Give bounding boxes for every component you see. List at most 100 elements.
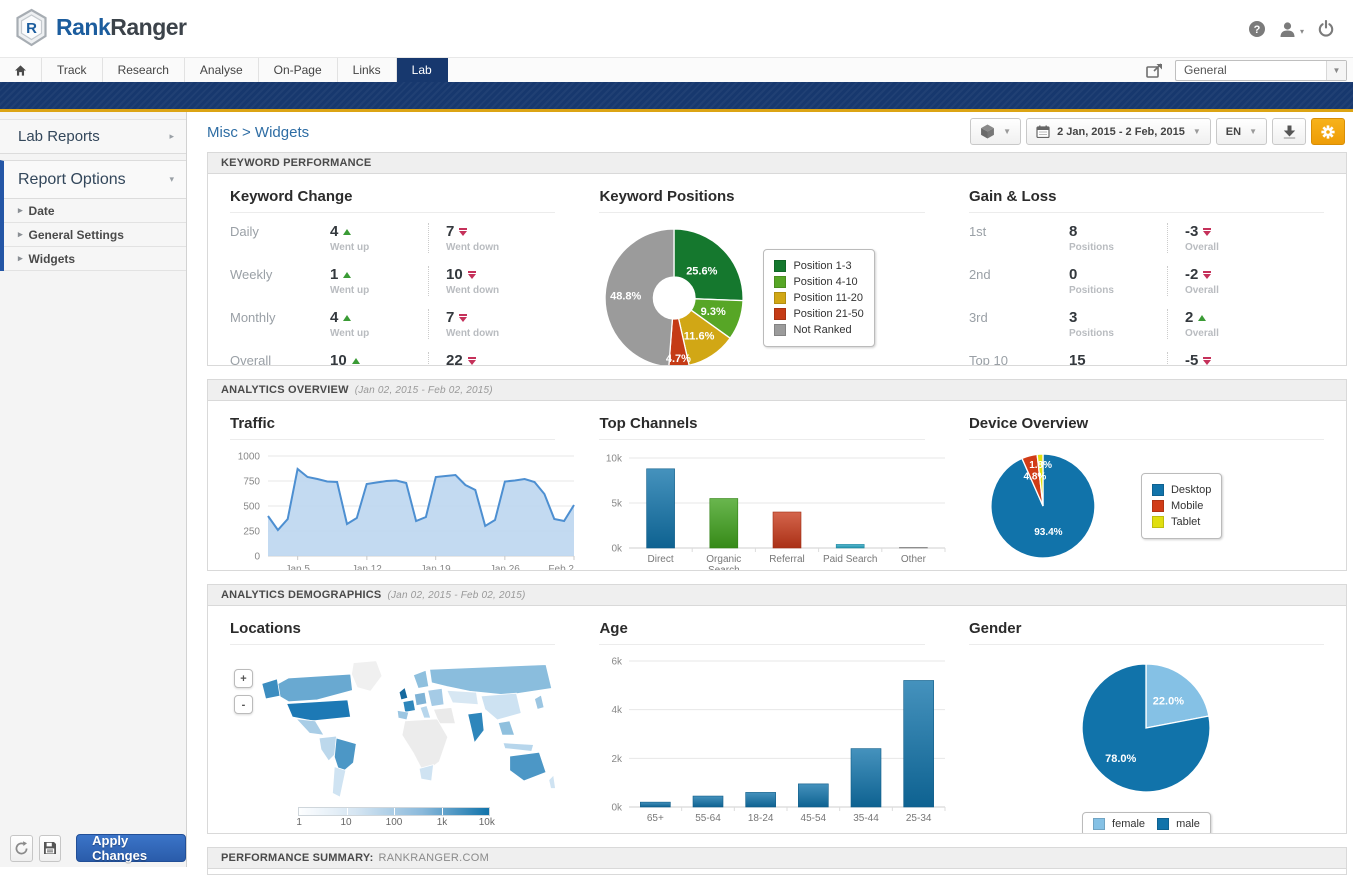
legend-item[interactable]: Desktop — [1152, 484, 1211, 496]
profile-select-caret-icon[interactable]: ▼ — [1326, 61, 1346, 80]
legend-item[interactable]: male — [1157, 818, 1200, 830]
breadcrumb[interactable]: Misc > Widgets — [207, 124, 309, 141]
map-scale-tick-label: 10 — [340, 817, 351, 828]
map-zoom-out-button[interactable]: - — [234, 695, 253, 714]
legend-swatch — [774, 292, 786, 304]
arrow-down-icon — [1203, 271, 1211, 279]
tab-home[interactable] — [0, 58, 42, 82]
user-menu-caret-icon[interactable]: ▾ — [1300, 27, 1304, 36]
logout-power-icon[interactable] — [1317, 20, 1335, 38]
refresh-button[interactable] — [10, 835, 33, 862]
locations-title: Locations — [230, 612, 555, 645]
download-report-button[interactable] — [1272, 118, 1306, 145]
legend-item[interactable]: Position 21-50 — [774, 308, 863, 320]
legend-label: Desktop — [1171, 484, 1211, 496]
stat-cell: -3Overall — [1167, 223, 1265, 253]
stat-cell: 3Positions — [1069, 309, 1167, 339]
keyword-change-row: Weekly1Went up10Went down — [230, 266, 555, 296]
report-menu-button[interactable]: ▼ — [970, 118, 1021, 145]
arrow-up-icon — [343, 315, 351, 321]
legend-swatch — [774, 308, 786, 320]
keyword-performance-header: KEYWORD PERFORMANCE — [207, 152, 1347, 174]
legend-item[interactable]: female — [1093, 818, 1145, 830]
legend-swatch — [774, 324, 786, 336]
language-value: EN — [1226, 126, 1241, 138]
date-range-button[interactable]: 2 Jan, 2015 - 2 Feb, 2015 ▼ — [1026, 118, 1211, 145]
legend-item[interactable]: Position 4-10 — [774, 276, 863, 288]
device-overview-title: Device Overview — [969, 407, 1324, 440]
stat-cell: 7Went down — [428, 309, 526, 339]
slice-label: 11.6% — [684, 331, 715, 343]
keyword-positions-title: Keyword Positions — [599, 180, 924, 213]
x-tick-label: Jan 26 — [490, 564, 520, 570]
y-tick-label: 2k — [612, 754, 624, 765]
y-tick-label: 0k — [612, 803, 624, 814]
language-button[interactable]: EN ▼ — [1216, 118, 1267, 145]
slice-label: 4.8% — [1023, 471, 1046, 482]
sidebar-item-general-settings[interactable]: General Settings — [4, 223, 186, 247]
y-tick-label: 5k — [612, 499, 624, 510]
share-report-icon[interactable] — [1146, 63, 1163, 78]
profile-select[interactable]: General ▼ — [1175, 60, 1347, 81]
arrow-down-icon — [468, 357, 476, 365]
tab-research[interactable]: Research — [103, 58, 185, 82]
locations-map-area: + - — [230, 655, 555, 829]
apply-changes-button[interactable]: Apply Changes — [76, 834, 186, 862]
legend-item[interactable]: Position 1-3 — [774, 260, 863, 272]
tab-on-page[interactable]: On-Page — [259, 58, 338, 82]
tab-links[interactable]: Links — [338, 58, 397, 82]
x-tick-label: Jan 19 — [421, 564, 451, 570]
legend-label: Position 21-50 — [793, 308, 863, 320]
arrow-down-icon — [468, 271, 476, 279]
stat-cell: 15Positions — [1069, 352, 1167, 365]
legend-label: Position 1-3 — [793, 260, 851, 272]
user-account-icon[interactable] — [1279, 21, 1296, 38]
y-tick-label: 0k — [612, 544, 624, 555]
tab-analyse[interactable]: Analyse — [185, 58, 259, 82]
sidebar-item-lab-reports[interactable]: Lab Reports ▸ — [0, 119, 186, 154]
brand-logo[interactable]: R RankRanger — [14, 8, 187, 47]
arrow-up-icon — [1198, 315, 1206, 321]
profile-select-value: General — [1184, 63, 1227, 77]
stat-cell: 0Positions — [1069, 266, 1167, 296]
map-scale-tick-label: 1 — [296, 817, 302, 828]
map-zoom-in-button[interactable]: + — [234, 669, 253, 688]
help-icon[interactable]: ? — [1248, 20, 1266, 38]
legend-swatch — [1157, 818, 1169, 830]
stat-cell: 1Went up — [330, 266, 428, 296]
calendar-icon — [1036, 125, 1050, 138]
svg-text:R: R — [26, 20, 37, 37]
legend-item[interactable]: Tablet — [1152, 516, 1211, 528]
gain-loss-title: Gain & Loss — [969, 180, 1324, 213]
legend-item[interactable]: Position 11-20 — [774, 292, 863, 304]
stat-value: 3 — [1069, 309, 1167, 326]
settings-button[interactable] — [1311, 118, 1345, 145]
analytics-demographics-header: ANALYTICS DEMOGRAPHICS (Jan 02, 2015 - F… — [207, 584, 1347, 606]
top-header: R RankRanger ? ▾ — [0, 0, 1353, 57]
x-tick-label: Jan 5 — [285, 564, 310, 570]
sidebar: Lab Reports ▸ Report Options ▾ DateGener… — [0, 112, 187, 867]
stat-sublabel: Overall — [1185, 328, 1265, 339]
save-button[interactable] — [39, 835, 62, 862]
tab-lab[interactable]: Lab — [397, 58, 448, 82]
x-category-label: 35-44 — [854, 813, 880, 824]
row-label: 1st — [969, 223, 1069, 253]
arrow-down-icon — [1203, 357, 1211, 365]
x-category-label: 18-24 — [748, 813, 774, 824]
legend-item[interactable]: Mobile — [1152, 500, 1211, 512]
legend-item[interactable]: Not Ranked — [774, 324, 863, 336]
stat-value: -5 — [1185, 352, 1265, 365]
row-label: Top 10 — [969, 352, 1069, 365]
sidebar-item-date[interactable]: Date — [4, 199, 186, 223]
tab-track[interactable]: Track — [42, 58, 103, 82]
sidebar-item-report-options[interactable]: Report Options ▾ — [4, 161, 186, 199]
world-map[interactable] — [260, 655, 565, 800]
traffic-widget: Traffic 02505007501000Jan 5Jan 12Jan 19J… — [208, 407, 577, 570]
x-category-label: Direct — [648, 554, 674, 565]
sidebar-item-widgets[interactable]: Widgets — [4, 247, 186, 271]
keyword-change-row: Overall10Went up22Went down — [230, 352, 555, 365]
analytics-demographics-panel: ANALYTICS DEMOGRAPHICS (Jan 02, 2015 - F… — [207, 584, 1347, 834]
row-label: 3rd — [969, 309, 1069, 339]
stat-cell: -2Overall — [1167, 266, 1265, 296]
gain-loss-widget: Gain & Loss 1st8Positions-3Overall2nd0Po… — [947, 180, 1346, 365]
